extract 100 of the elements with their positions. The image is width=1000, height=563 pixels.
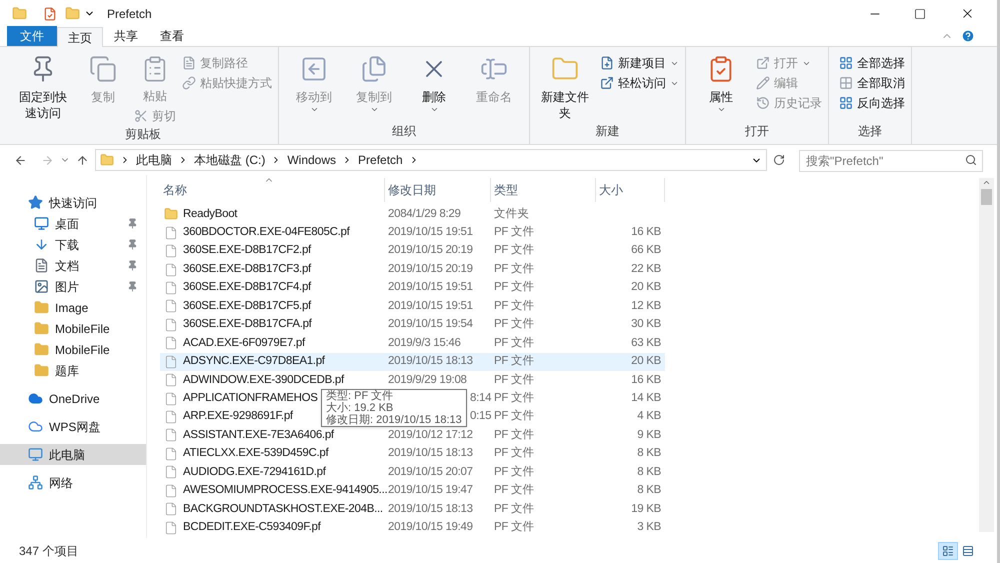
ribbon-button[interactable]: 删除 — [405, 51, 463, 114]
desktop-icon — [34, 216, 49, 231]
date-cell: 2019/10/15 20:19 — [388, 244, 473, 256]
sidebar-item[interactable]: 此电脑 — [0, 444, 146, 465]
cloud-icon — [28, 419, 43, 434]
sidebar-item[interactable]: 题库 — [0, 360, 146, 381]
up-icon[interactable] — [76, 154, 89, 166]
date-cell: 2019/10/12 17:12 — [388, 428, 473, 441]
breadcrumb[interactable]: 本地磁盘 (C:) — [194, 151, 266, 169]
file-icon — [164, 520, 178, 535]
cloud-icon — [28, 391, 43, 406]
new-item-icon — [600, 56, 614, 70]
column-header[interactable]: 类型 — [491, 178, 596, 202]
search-field[interactable]: 搜索"Prefetch" — [799, 150, 983, 172]
type-cell: PF 文件 — [494, 392, 534, 404]
sidebar-item[interactable]: 下载 — [0, 234, 146, 255]
sidebar-item[interactable]: MobileFile — [0, 339, 146, 360]
date-cell: 2019/10/15 19:51 — [388, 300, 473, 312]
file-name: ReadyBoot — [183, 206, 238, 222]
ribbon-tab[interactable]: 主页 — [57, 27, 103, 47]
properties-icon[interactable] — [43, 6, 57, 20]
column-header[interactable]: 名称 — [160, 178, 385, 202]
ribbon-button[interactable]: 轻松访问 — [600, 74, 679, 92]
type-cell: PF 文件 — [494, 374, 534, 386]
folder-icon — [34, 363, 49, 378]
ribbon-button[interactable]: 反向选择 — [839, 94, 905, 112]
file-icon — [164, 484, 178, 498]
row-highlight[interactable]: ADSYNC.EXE-C97D8EA1.pf 2019/10/15 18:13 PF 文件 20 KB — [160, 352, 665, 371]
size-cell: 8 KB — [637, 447, 661, 460]
network-icon — [28, 475, 43, 490]
size-cell: 63 KB — [631, 336, 661, 349]
group-label: 剪贴板 — [124, 126, 162, 143]
type-cell: PF 文件 — [494, 300, 534, 312]
file-name: 360SE.EXE-D8B17CF4.pf — [183, 280, 311, 296]
ribbon-button[interactable]: 新建文件夹 — [536, 51, 594, 121]
column-header[interactable]: 大小 — [596, 178, 665, 202]
type-cell: 文件夹 — [494, 208, 530, 220]
breadcrumb[interactable]: 此电脑 — [136, 151, 172, 169]
size-cell: 16 KB — [631, 226, 661, 238]
select-none-icon — [839, 76, 853, 90]
ribbon-tab[interactable]: 查看 — [149, 26, 195, 46]
ribbon-button[interactable]: 新建项目 — [600, 54, 679, 72]
scrollbar-thumb[interactable] — [981, 189, 992, 205]
size-cell: 20 KB — [631, 281, 661, 294]
maximize-icon[interactable] — [914, 8, 926, 20]
sidebar-item[interactable]: Image — [0, 297, 146, 318]
sidebar-item[interactable]: 文档 — [0, 255, 146, 276]
file-name: ASSISTANT.EXE-7E3A6406.pf — [183, 428, 334, 443]
type-cell: PF 文件 — [494, 355, 534, 368]
ribbon-tab[interactable]: 文件 — [7, 26, 57, 46]
address-bar[interactable]: 此电脑 本地磁盘 (C:) Windows Prefetch — [95, 149, 767, 171]
folder-icon — [164, 207, 178, 222]
date-cell: 2019/10/15 19:51 — [388, 226, 473, 238]
sidebar-item[interactable]: MobileFile — [0, 318, 146, 339]
sidebar-item[interactable]: OneDrive — [0, 388, 146, 409]
ribbon-button[interactable]: 全部选择 — [839, 54, 905, 72]
ribbon-button[interactable]: 属性 — [692, 51, 750, 114]
file-icon — [164, 428, 178, 442]
date-cell: 2019/10/15 19:54 — [388, 318, 473, 330]
details-view-button[interactable] — [938, 542, 958, 560]
file-icon — [164, 262, 178, 277]
file-name: 360SE.EXE-D8B17CF5.pf — [183, 298, 311, 314]
edit-icon — [756, 76, 770, 90]
sidebar-item[interactable]: WPS网盘 — [0, 416, 146, 437]
help-icon[interactable] — [961, 29, 975, 43]
breadcrumb[interactable]: Windows — [287, 151, 336, 169]
type-cell: PF 文件 — [494, 281, 534, 294]
refresh-icon[interactable] — [773, 154, 785, 166]
sidebar-item[interactable]: 网络 — [0, 472, 146, 493]
search-icon[interactable] — [965, 154, 977, 166]
scroll-up-icon[interactable] — [982, 178, 991, 187]
type-cell: PF 文件 — [494, 484, 534, 496]
sidebar-item[interactable]: 图片 — [0, 276, 146, 297]
size-cell: 3 KB — [637, 521, 661, 534]
list-icon — [942, 544, 954, 556]
breadcrumb[interactable]: Prefetch — [358, 151, 403, 169]
size-cell: 16 KB — [631, 374, 661, 386]
sidebar-item[interactable]: 快速访问 — [0, 192, 146, 213]
size-cell: 12 KB — [631, 300, 661, 312]
sidebar-item[interactable]: 桌面 — [0, 213, 146, 234]
folder-icon — [34, 321, 49, 336]
ribbon-button[interactable]: 全部取消 — [839, 74, 905, 92]
star-icon — [28, 195, 43, 210]
history-icon — [756, 96, 770, 110]
type-cell: PF 文件 — [494, 226, 534, 238]
column-header[interactable]: 修改日期 — [385, 178, 491, 202]
size-cell: 30 KB — [631, 318, 661, 330]
caret-icon — [370, 105, 378, 114]
date-cell: 2019/10/15 18:13 — [388, 502, 473, 515]
item-count: 347 个项目 — [19, 542, 78, 560]
back-icon[interactable] — [14, 154, 27, 166]
date-cell: 2019/10/15 20:07 — [388, 466, 473, 478]
ribbon-button[interactable]: 固定到快速访问 — [14, 51, 72, 121]
size-cell: 66 KB — [631, 244, 661, 256]
ribbon-tab[interactable]: 共享 — [103, 26, 149, 46]
copy-icon — [89, 55, 117, 83]
file-name: BCDEDIT.EXE-C593409F.pf — [183, 520, 321, 536]
scrollbar[interactable] — [979, 178, 994, 532]
file-icon — [164, 392, 178, 406]
group-label: 打开 — [744, 123, 770, 140]
